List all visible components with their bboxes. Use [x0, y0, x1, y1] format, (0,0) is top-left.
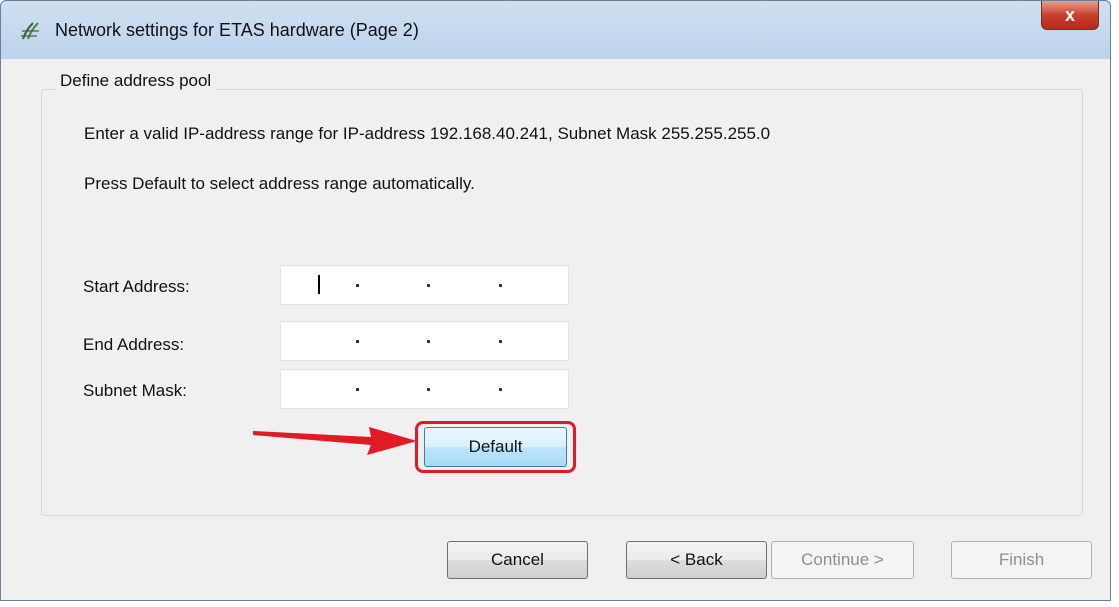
start-address-label: Start Address:: [83, 277, 190, 296]
text-caret: [318, 275, 320, 294]
cancel-button[interactable]: Cancel: [447, 541, 588, 579]
finish-button[interactable]: Finish: [951, 541, 1092, 579]
close-button[interactable]: x: [1041, 1, 1099, 30]
octet-separator: [427, 388, 430, 391]
etas-app-icon: [21, 22, 39, 40]
continue-button[interactable]: Continue >: [771, 541, 914, 579]
back-button[interactable]: < Back: [626, 541, 767, 579]
end-address-input[interactable]: [280, 321, 569, 361]
close-icon: x: [1064, 5, 1075, 25]
groupbox-legend: Define address pool: [55, 71, 217, 91]
start-address-input[interactable]: [280, 265, 569, 305]
default-hint-text: Press Default to select address range au…: [84, 174, 475, 193]
instruction-text: Enter a valid IP-address range for IP-ad…: [84, 124, 771, 143]
red-arrow-annotation: [253, 427, 417, 455]
default-button[interactable]: Default: [424, 427, 567, 467]
window-title: Network settings for ETAS hardware (Page…: [55, 20, 419, 40]
dialog-window: Network settings for ETAS hardware (Page…: [0, 0, 1111, 601]
subnet-mask-label: Subnet Mask:: [83, 381, 187, 400]
octet-separator: [356, 284, 359, 287]
octet-separator: [427, 284, 430, 287]
subnet-mask-input[interactable]: [280, 369, 569, 409]
octet-separator: [427, 340, 430, 343]
octet-separator: [356, 388, 359, 391]
octet-separator: [499, 340, 502, 343]
octet-separator: [499, 388, 502, 391]
end-address-label: End Address:: [83, 335, 185, 354]
octet-separator: [356, 340, 359, 343]
title-bar[interactable]: Network settings for ETAS hardware (Page…: [1, 1, 1110, 59]
dialog-body: Define address pool Enter a valid IP-add…: [11, 59, 1100, 592]
octet-separator: [499, 284, 502, 287]
